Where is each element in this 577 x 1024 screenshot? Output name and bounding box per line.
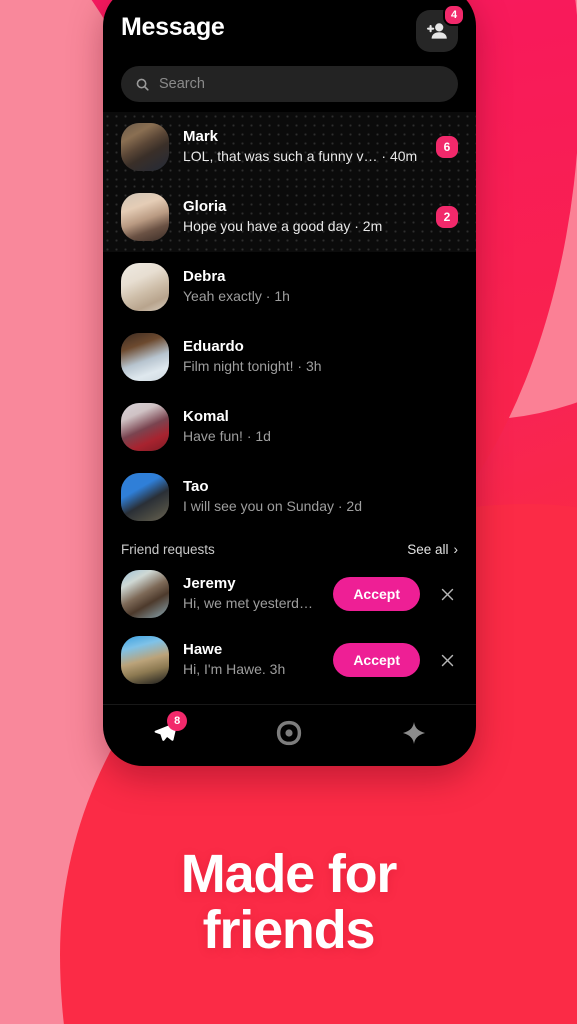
chat-meta: Komal Have fun! · 1d (183, 407, 458, 447)
accept-button[interactable]: Accept (333, 643, 420, 677)
close-icon (441, 588, 453, 600)
chat-name: Tao (183, 478, 209, 496)
friend-requests-title: Friend requests (121, 542, 215, 557)
nav-item-messages[interactable]: 8 (137, 710, 193, 753)
close-icon (441, 654, 453, 666)
chat-meta: Gloria Hope you have a good day · 2m (183, 197, 422, 237)
search-input[interactable]: Search (121, 66, 458, 102)
avatar[interactable] (121, 570, 169, 618)
chat-list[interactable]: Mark LOL, that was such a funny v… · 40m 6… (103, 112, 476, 704)
app-header: Message 4 (103, 0, 476, 52)
chevron-right-icon: › (453, 542, 459, 557)
avatar[interactable] (121, 403, 169, 451)
phone-mockup: Message 4 Search Mark LOL, that was such… (103, 0, 476, 766)
chat-list-item[interactable]: Gloria Hope you have a good day · 2m 2 (103, 182, 476, 252)
chat-name: Mark (183, 128, 219, 146)
avatar[interactable] (121, 473, 169, 521)
avatar-photo (121, 263, 169, 311)
friend-request-message: Hi, we met yesterday. 3h (183, 595, 319, 612)
chat-preview: Film night tonight! · 3h (183, 358, 322, 375)
avatar-photo (121, 333, 169, 381)
see-all-label: See all (407, 542, 449, 557)
avatar-photo (121, 123, 169, 171)
chat-list-item[interactable]: Tao I will see you on Sunday · 2d (103, 462, 476, 532)
avatar[interactable] (121, 263, 169, 311)
friend-request-name: Jeremy (183, 575, 236, 593)
chat-preview: LOL, that was such a funny v… · 40m (183, 148, 418, 165)
unread-badge: 2 (436, 206, 458, 228)
avatar-photo (121, 570, 169, 618)
sparkle-icon (402, 721, 425, 744)
nav-item-sparkle[interactable] (386, 713, 442, 753)
unread-badge: 6 (436, 136, 458, 158)
friend-request-message: Hi, I'm Hawe. 3h (183, 661, 286, 678)
avatar-photo (121, 473, 169, 521)
search-placeholder: Search (159, 76, 205, 92)
dismiss-request-button[interactable] (434, 647, 460, 673)
avatar-photo (121, 636, 169, 684)
avatar[interactable] (121, 333, 169, 381)
chat-name: Eduardo (183, 338, 244, 356)
friend-request-meta: Jeremy Hi, we met yesterday. 3h (183, 574, 319, 614)
dismiss-request-button[interactable] (434, 581, 460, 607)
page-title: Message (121, 13, 225, 41)
chat-preview: Yeah exactly · 1h (183, 288, 290, 305)
search-bar-container: Search (103, 52, 476, 112)
nav-item-camera[interactable] (261, 713, 317, 753)
friend-request-item[interactable]: Jeremy Hi, we met yesterday. 3h Accept (103, 561, 476, 627)
chat-meta: Eduardo Film night tonight! · 3h (183, 337, 458, 377)
bottom-nav: 8 (103, 704, 476, 766)
chat-meta: Mark LOL, that was such a funny v… · 40m (183, 127, 422, 167)
chat-preview: Hope you have a good day · 2m (183, 218, 383, 235)
add-friend-badge: 4 (443, 4, 465, 26)
friend-request-meta: Hawe Hi, I'm Hawe. 3h (183, 640, 319, 680)
accept-button[interactable]: Accept (333, 577, 420, 611)
avatar[interactable] (121, 193, 169, 241)
chat-list-item[interactable]: Mark LOL, that was such a funny v… · 40m 6 (103, 112, 476, 182)
tagline: Made for friends (0, 846, 577, 958)
friend-request-name: Hawe (183, 641, 223, 659)
avatar-photo (121, 403, 169, 451)
chat-list-item[interactable]: Komal Have fun! · 1d (103, 392, 476, 462)
tagline-line-2: friends (202, 899, 376, 960)
tagline-line-1: Made for (180, 843, 398, 904)
chat-meta: Debra Yeah exactly · 1h (183, 267, 458, 307)
camera-icon (277, 720, 302, 745)
chat-list-item[interactable]: Debra Yeah exactly · 1h (103, 252, 476, 322)
avatar-photo (121, 193, 169, 241)
app-screen: Message 4 Search Mark LOL, that was such… (103, 0, 476, 766)
avatar[interactable] (121, 123, 169, 171)
friend-requests-header: Friend requests See all › (103, 532, 476, 561)
chat-preview: I will see you on Sunday · 2d (183, 498, 362, 515)
chat-name: Gloria (183, 198, 227, 216)
chat-preview: Have fun! · 1d (183, 428, 271, 445)
search-icon (136, 78, 149, 91)
chat-name: Debra (183, 268, 226, 286)
see-all-button[interactable]: See all › (407, 542, 458, 557)
add-friend-button[interactable]: 4 (416, 4, 465, 52)
chat-name: Komal (183, 408, 229, 426)
friend-request-item[interactable]: Hawe Hi, I'm Hawe. 3h Accept (103, 627, 476, 693)
chat-meta: Tao I will see you on Sunday · 2d (183, 477, 458, 517)
chat-list-item[interactable]: Eduardo Film night tonight! · 3h (103, 322, 476, 392)
messages-badge: 8 (167, 710, 188, 731)
avatar[interactable] (121, 636, 169, 684)
